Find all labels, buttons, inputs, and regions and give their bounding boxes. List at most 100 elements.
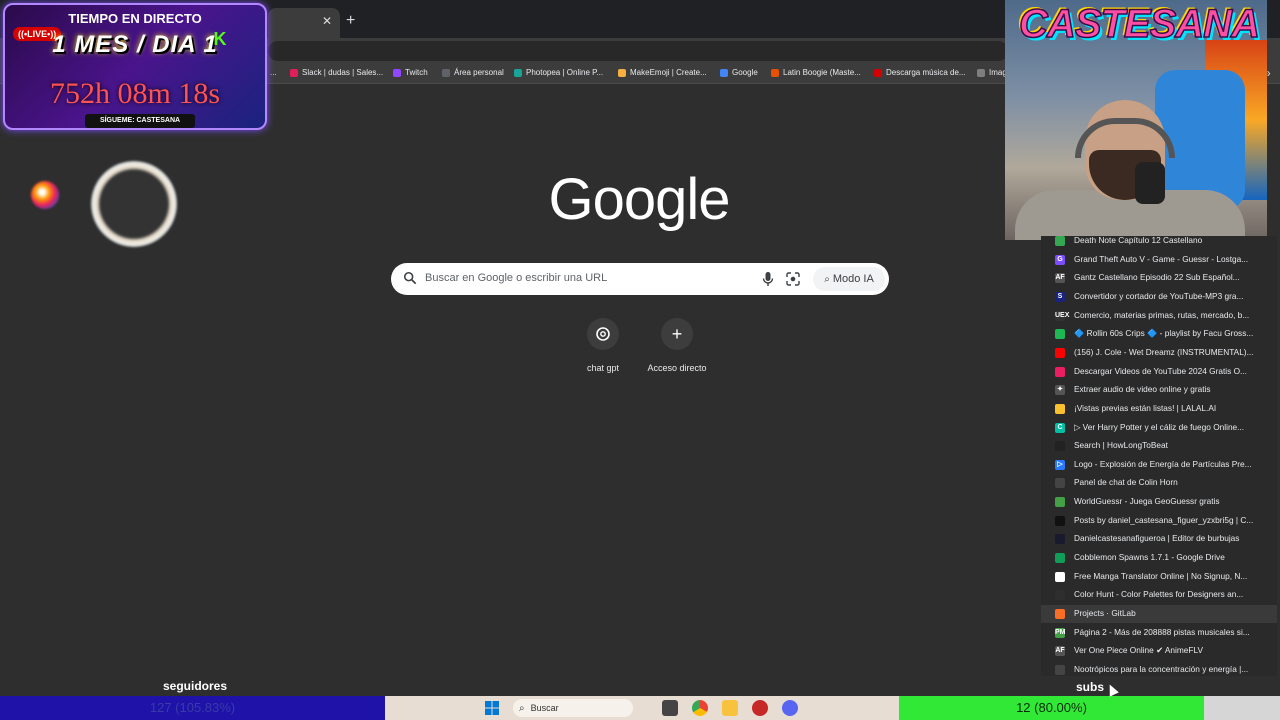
taskbar-search[interactable]: ⌕ Buscar (513, 699, 633, 717)
history-item[interactable]: UEX Comercio, materias primas, rutas, mer… (1041, 307, 1277, 325)
bookmark-item[interactable]: Descarga música de... (874, 68, 966, 77)
shortcut-chatgpt[interactable]: chat gpt (563, 318, 643, 373)
download-icon (874, 68, 882, 77)
history-list: Death Note Capítulo 12 Castellano G Grand … (1041, 236, 1277, 676)
uex-icon: UEX (1055, 310, 1070, 321)
ai-mode-button[interactable]: ⌕ Modo IA (813, 267, 885, 291)
history-item-title: Free Manga Translator Online | No Signup… (1074, 570, 1248, 581)
bookmark-label: Slack | dudas | Sales... (302, 68, 384, 77)
history-item[interactable]: 🔷 Rollin 60s Crips 🔷 - playlist by Facu … (1041, 325, 1277, 343)
history-item[interactable]: PM Página 2 - Más de 208888 pistas musica… (1041, 624, 1277, 642)
smile-icon (1055, 403, 1065, 414)
bookmark-item[interactable]: Photopea | Online P... (514, 68, 603, 77)
hltb-icon (1055, 441, 1065, 452)
bookmark-label: Descarga música de... (886, 68, 966, 77)
history-item[interactable]: Projects · GitLab (1041, 605, 1277, 623)
search-icon: ⌕ (519, 702, 525, 714)
mouse-cursor-icon (1105, 682, 1119, 697)
plus-icon: + (661, 318, 693, 350)
history-item[interactable]: Free Manga Translator Online | No Signup… (1041, 568, 1277, 586)
history-item[interactable]: ¡Vistas previas están listas! | LALAL.AI (1041, 400, 1277, 418)
history-item[interactable]: Panel de chat de Colin Horn (1041, 474, 1277, 492)
task-view-icon[interactable] (662, 700, 678, 716)
chrome-icon[interactable] (692, 700, 708, 716)
dark-icon (1055, 534, 1065, 545)
history-item[interactable]: Descargar Videos de YouTube 2024 Gratis … (1041, 363, 1277, 381)
subs-goal-bar: 12 (80.00%) (899, 696, 1280, 720)
history-item-title: Gantz Castellano Episodio 22 Sub Español… (1074, 272, 1240, 283)
play-icon: ▷ (1055, 459, 1065, 470)
tab-close-icon[interactable]: ✕ (322, 14, 332, 28)
search-input[interactable]: Buscar en Google o escribir una URL (425, 272, 607, 284)
history-item-title: ▷ Ver Harry Potter y el cáliz de fuego O… (1074, 421, 1245, 432)
windows-icon[interactable] (484, 700, 500, 716)
address-bar[interactable] (268, 41, 1008, 61)
bookmark-item[interactable]: Google (720, 68, 758, 77)
history-item[interactable]: AF Gantz Castellano Episodio 22 Sub Españ… (1041, 269, 1277, 287)
s-icon: S (1055, 291, 1065, 302)
history-item[interactable]: AF Ver One Piece Online ✔ AnimeFLV (1041, 642, 1277, 660)
bookmark-item[interactable]: Área personal (442, 68, 504, 77)
dots-icon: ✦ (1055, 385, 1065, 396)
shortcut-label: Acceso directo (647, 363, 707, 373)
dark-icon (1055, 515, 1065, 526)
history-item-title: Color Hunt - Color Palettes for Designer… (1074, 589, 1244, 600)
c-icon: C (1055, 422, 1065, 433)
af-icon: AF (1055, 273, 1065, 284)
history-item-title: Death Note Capítulo 12 Castellano (1074, 236, 1203, 245)
bookmark-item[interactable]: Latin Boogie (Maste... (771, 68, 861, 77)
bookmark-item[interactable]: Twitch (393, 68, 428, 77)
history-item[interactable]: G Grand Theft Auto V - Game - Guessr - Lo… (1041, 251, 1277, 269)
discord-icon[interactable] (782, 700, 798, 716)
history-item-title: Nootrópicos para la concentración y ener… (1074, 663, 1249, 674)
download-icon (1055, 366, 1065, 377)
key-icon (442, 68, 450, 77)
history-item[interactable]: WorldGuessr - Juega GeoGuessr gratis (1041, 493, 1277, 511)
windows-taskbar: ⌕ Buscar (385, 696, 899, 720)
month-day-label: 1 MES / DIA 1 (52, 31, 218, 58)
history-item[interactable]: Death Note Capítulo 12 Castellano (1041, 236, 1277, 250)
twitch-icon (393, 68, 401, 77)
history-item[interactable]: ✦ Extraer audio de video online y gratis (1041, 381, 1277, 399)
spotify-icon (1055, 329, 1065, 340)
history-item[interactable]: Danielcastesanafigueroa | Editor de burb… (1041, 530, 1277, 548)
app-icon[interactable] (752, 700, 768, 716)
bookmark-item[interactable]: Slack | dudas | Sales... (290, 68, 383, 77)
af-icon: AF (1055, 646, 1065, 657)
ai-sparkle-icon: ⌕ (824, 273, 830, 285)
bookmark-item[interactable]: Imag (977, 68, 1007, 77)
subs-goal-value: 12 (80.00%) (1016, 700, 1087, 715)
history-item[interactable]: C ▷ Ver Harry Potter y el cáliz de fuego … (1041, 419, 1277, 437)
bookmark-item[interactable]: MakeEmoji | Create... (618, 68, 707, 77)
file-explorer-icon[interactable] (722, 700, 738, 716)
shortcut-label: chat gpt (586, 363, 620, 373)
image-icon (977, 68, 985, 77)
history-item[interactable]: Search | HowLongToBeat (1041, 437, 1277, 455)
ai-mode-label: Modo IA (832, 273, 874, 285)
add-shortcut-button[interactable]: + Acceso directo (637, 318, 717, 373)
bookmark-label: Photopea | Online P... (526, 68, 604, 77)
search-box[interactable]: Buscar en Google o escribir una URL ⌕ Mo… (391, 263, 889, 295)
window-icon (1055, 478, 1065, 489)
bookmark-label: Área personal (454, 68, 504, 77)
timer-title: TIEMPO EN DIRECTO (68, 11, 202, 26)
followers-goal-label: seguidores (163, 679, 228, 693)
youtube-icon (1055, 347, 1065, 358)
history-item[interactable]: Cobblemon Spawns 1.7.1 - Google Drive (1041, 549, 1277, 567)
history-item[interactable]: Color Hunt - Color Palettes for Designer… (1041, 586, 1277, 604)
followers-goal-value: 127 (105.83%) (149, 700, 236, 715)
microphone-icon[interactable] (761, 271, 775, 287)
pm-icon: PM (1055, 627, 1066, 638)
history-item[interactable]: ▷ Logo - Explosión de Energía de Partícul… (1041, 456, 1277, 474)
history-item[interactable]: S Convertidor y cortador de YouTube-MP3 g… (1041, 288, 1277, 306)
new-tab-icon[interactable]: + (346, 12, 355, 30)
history-item[interactable]: Nootrópicos para la concentración y ener… (1041, 661, 1277, 676)
history-item-title: ¡Vistas previas están listas! | LALAL.AI (1074, 402, 1217, 413)
bookmark-label: ... (270, 68, 277, 77)
search-icon (403, 271, 417, 285)
google-lens-icon[interactable] (786, 272, 800, 286)
history-item[interactable]: (156) J. Cole - Wet Dreamz (INSTRUMENTAL… (1041, 344, 1277, 362)
kick-icon: K (213, 29, 227, 49)
history-item-title: Descargar Videos de YouTube 2024 Gratis … (1074, 365, 1247, 376)
history-item[interactable]: Posts by daniel_castesana_figuer_yzxbri5… (1041, 512, 1277, 530)
